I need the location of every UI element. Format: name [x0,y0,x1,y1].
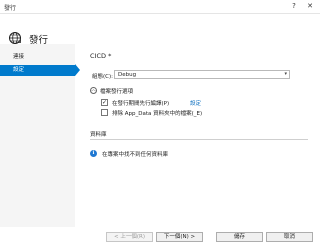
section-divider [90,139,308,140]
precompile-settings-link[interactable]: 設定 [190,99,201,107]
sidebar-item-settings[interactable]: 設定 [0,65,75,76]
chevron-down-icon: ▾ [284,71,287,77]
settings-panel: CICD * 組態(C): Debug ▾ ︿ 檔案發行選項 ✓ 在發行期間先行… [80,44,320,252]
globe-publish-icon [9,32,21,44]
databases-info-text: 在專案中找不到任何資料庫 [102,152,169,158]
sidebar: 連接 設定 [0,44,75,252]
info-icon: i [90,150,97,157]
dialog-header: 發行 [0,14,320,46]
databases-title: 資料庫 [90,132,107,138]
sidebar-item-connect[interactable]: 連接 [0,52,75,63]
collapse-icon[interactable]: ︿ [90,87,97,94]
save-button[interactable]: 儲存 [216,232,263,242]
close-button[interactable]: ✕ [302,0,318,13]
exclude-app-data-label: 排除 App_Data 資料夾中的檔案(_E) [112,111,203,117]
configuration-label: 組態(C): [92,74,113,80]
configuration-value: Debug [118,72,137,78]
help-button[interactable]: ? [286,0,302,13]
file-publish-options-label: 檔案發行選項 [100,89,134,95]
precompile-checkbox[interactable]: ✓ [101,99,108,106]
profile-title: CICD * [90,52,112,60]
cancel-button[interactable]: 取消 [266,232,313,242]
precompile-label: 在發行期間先行編譯(P) [112,101,170,107]
next-button[interactable]: 下一個(N) > [156,232,203,242]
prev-button[interactable]: < 上一個(R) [106,232,153,242]
window-title: 發行 [4,5,17,12]
exclude-app-data-checkbox[interactable] [101,109,108,116]
window-titlebar: 發行 ? ✕ [0,0,320,14]
configuration-select[interactable]: Debug ▾ [114,70,290,79]
